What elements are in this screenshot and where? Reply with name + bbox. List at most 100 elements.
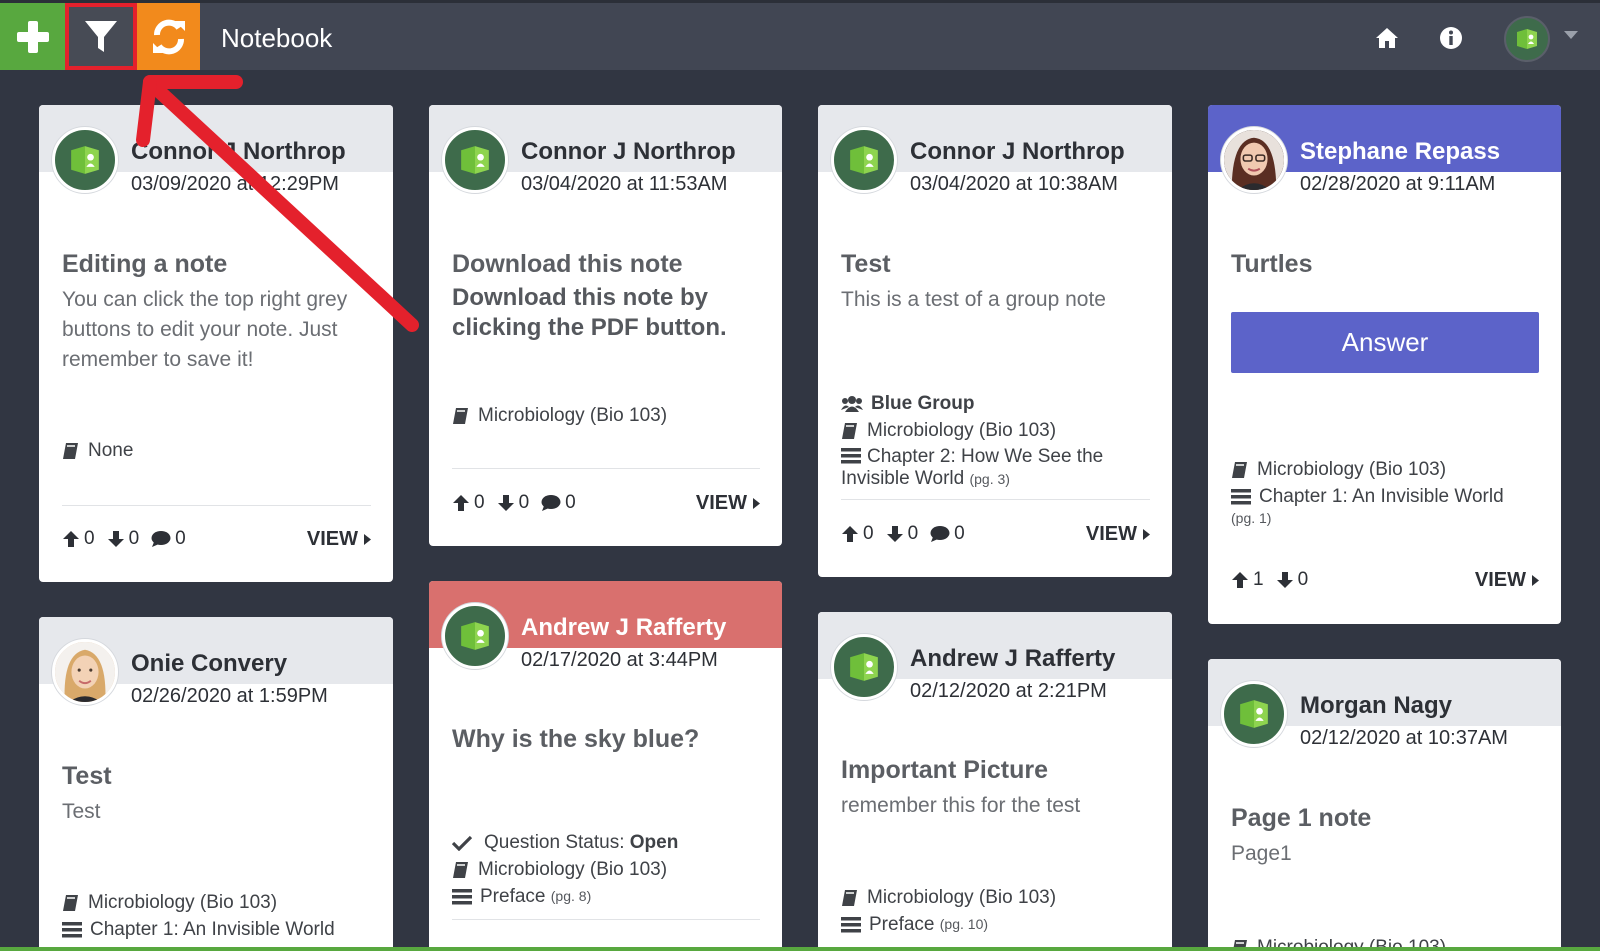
home-icon xyxy=(1376,28,1398,48)
page-ref: (pg. 1) xyxy=(1231,510,1272,526)
arrow-up-icon xyxy=(842,526,858,542)
downvote-button[interactable]: 0 xyxy=(1276,569,1308,591)
divider xyxy=(62,505,371,506)
course-line: None xyxy=(62,437,373,464)
author-name: Onie Convery xyxy=(131,650,288,677)
view-button[interactable]: VIEW xyxy=(1086,523,1150,546)
upvote-button[interactable]: 0 xyxy=(452,492,485,514)
book-icon xyxy=(842,422,857,439)
note-meta: Microbiology (Bio 103) Chapter 1: An Inv… xyxy=(1231,456,1541,526)
plus-icon xyxy=(16,20,49,53)
question-card[interactable]: Stephane Repass 02/28/2020 at 9:11AM Tur… xyxy=(1208,105,1561,624)
filter-button[interactable] xyxy=(65,3,137,70)
list-icon xyxy=(841,916,861,932)
note-date: 03/04/2020 at 11:53AM xyxy=(521,173,728,195)
note-date: 02/17/2020 at 3:44PM xyxy=(521,649,718,671)
note-title: Test xyxy=(62,762,112,790)
arrow-down-icon xyxy=(497,495,514,511)
downvote-button[interactable]: 0 xyxy=(497,492,529,514)
view-button[interactable]: VIEW xyxy=(696,492,760,515)
note-card[interactable]: Connor J Northrop 03/09/2020 at 12:29PM … xyxy=(39,105,393,582)
chapter-name: Preface xyxy=(480,886,546,907)
chevron-down-icon[interactable] xyxy=(1564,31,1578,39)
course-name: Microbiology (Bio 103) xyxy=(88,892,278,913)
note-date: 02/12/2020 at 2:21PM xyxy=(910,680,1107,702)
note-body: Test xyxy=(62,800,101,823)
answer-button[interactable]: Answer xyxy=(1231,312,1539,373)
comment-icon xyxy=(541,495,561,511)
arrow-down-icon xyxy=(107,531,124,547)
note-meta: Question Status: Open Microbiology (Bio … xyxy=(452,829,762,910)
note-card[interactable]: Connor J Northrop 03/04/2020 at 10:38AM … xyxy=(818,105,1172,577)
downvote-button[interactable]: 0 xyxy=(886,523,918,545)
check-icon xyxy=(452,835,472,851)
note-card[interactable]: Morgan Nagy 02/12/2020 at 10:37AM Page 1… xyxy=(1208,659,1561,951)
card-footer: 0 0 0 VIEW xyxy=(62,527,371,551)
card-footer: 0 0 0 VIEW xyxy=(841,522,1150,546)
book-user-icon xyxy=(1240,700,1268,728)
note-title: Important Picture xyxy=(841,756,1048,784)
author-name: Stephane Repass xyxy=(1300,138,1501,165)
comments-button[interactable]: 0 xyxy=(151,528,186,550)
author-name: Andrew J Rafferty xyxy=(521,614,727,641)
note-card[interactable]: Connor J Northrop 03/04/2020 at 11:53AM … xyxy=(429,105,782,546)
note-card[interactable]: Andrew J Rafferty 02/12/2020 at 2:21PM I… xyxy=(818,612,1172,951)
upvote-button[interactable]: 0 xyxy=(62,528,95,550)
note-date: 03/09/2020 at 12:29PM xyxy=(131,173,339,195)
book-icon xyxy=(63,442,78,459)
divider xyxy=(452,919,760,920)
view-label: VIEW xyxy=(1085,522,1137,545)
arrow-up-icon xyxy=(453,495,469,511)
upvote-count: 1 xyxy=(1253,569,1264,590)
note-date: 02/12/2020 at 10:37AM xyxy=(1300,727,1508,749)
bottom-strip xyxy=(0,947,1600,951)
downvote-button[interactable]: 0 xyxy=(107,528,139,550)
view-button[interactable]: VIEW xyxy=(1475,569,1539,592)
avatar xyxy=(1221,681,1287,747)
card-footer: 0 0 0 VIEW xyxy=(452,491,760,515)
upvote-button[interactable]: 1 xyxy=(1231,569,1264,591)
upvote-count: 0 xyxy=(474,492,485,513)
home-button[interactable] xyxy=(1374,25,1400,51)
chapter-line: Preface (pg. 8) xyxy=(452,883,762,910)
avatar xyxy=(52,127,118,193)
avatar xyxy=(52,639,118,705)
user-photo-icon xyxy=(1224,130,1284,190)
view-button[interactable]: VIEW xyxy=(307,528,371,551)
course-name: Microbiology (Bio 103) xyxy=(478,405,668,426)
list-icon xyxy=(841,448,861,464)
comment-count: 0 xyxy=(954,523,965,544)
upvote-button[interactable]: 0 xyxy=(841,523,874,545)
author-name: Connor J Northrop xyxy=(521,138,736,165)
info-button[interactable] xyxy=(1438,25,1464,51)
question-card[interactable]: Andrew J Rafferty 02/17/2020 at 3:44PM W… xyxy=(429,581,782,951)
book-icon xyxy=(453,407,468,424)
refresh-button[interactable] xyxy=(137,3,200,70)
divider xyxy=(841,499,1150,500)
comments-button[interactable]: 0 xyxy=(541,492,576,514)
course-line: Microbiology (Bio 103) xyxy=(452,402,762,429)
note-title: Page 1 note xyxy=(1231,804,1372,832)
course-line: Microbiology (Bio 103) xyxy=(841,884,1152,911)
comment-icon xyxy=(930,526,950,542)
group-line: Blue Group xyxy=(841,390,1152,417)
note-title: Editing a note xyxy=(62,250,228,278)
group-name: Blue Group xyxy=(871,393,975,414)
author-name: Morgan Nagy xyxy=(1300,692,1453,719)
note-date: 03/04/2020 at 10:38AM xyxy=(910,173,1118,195)
comments-button[interactable]: 0 xyxy=(930,523,965,545)
status-label: Question Status: xyxy=(484,832,625,853)
chapter-name: Preface xyxy=(869,914,935,935)
note-body: This is a test of a group note xyxy=(841,288,1106,311)
note-card[interactable]: Onie Convery 02/26/2020 at 1:59PM Test T… xyxy=(39,617,393,951)
book-icon xyxy=(453,861,468,878)
note-title: Test xyxy=(841,250,891,278)
course-name: Microbiology (Bio 103) xyxy=(478,859,668,880)
note-date: 02/28/2020 at 9:11AM xyxy=(1300,173,1496,195)
view-label: VIEW xyxy=(695,491,747,514)
user-avatar[interactable] xyxy=(1504,16,1550,62)
caret-right-icon xyxy=(753,497,760,509)
add-note-button[interactable] xyxy=(0,3,65,70)
book-user-icon xyxy=(461,146,489,174)
course-name: Microbiology (Bio 103) xyxy=(867,420,1057,441)
